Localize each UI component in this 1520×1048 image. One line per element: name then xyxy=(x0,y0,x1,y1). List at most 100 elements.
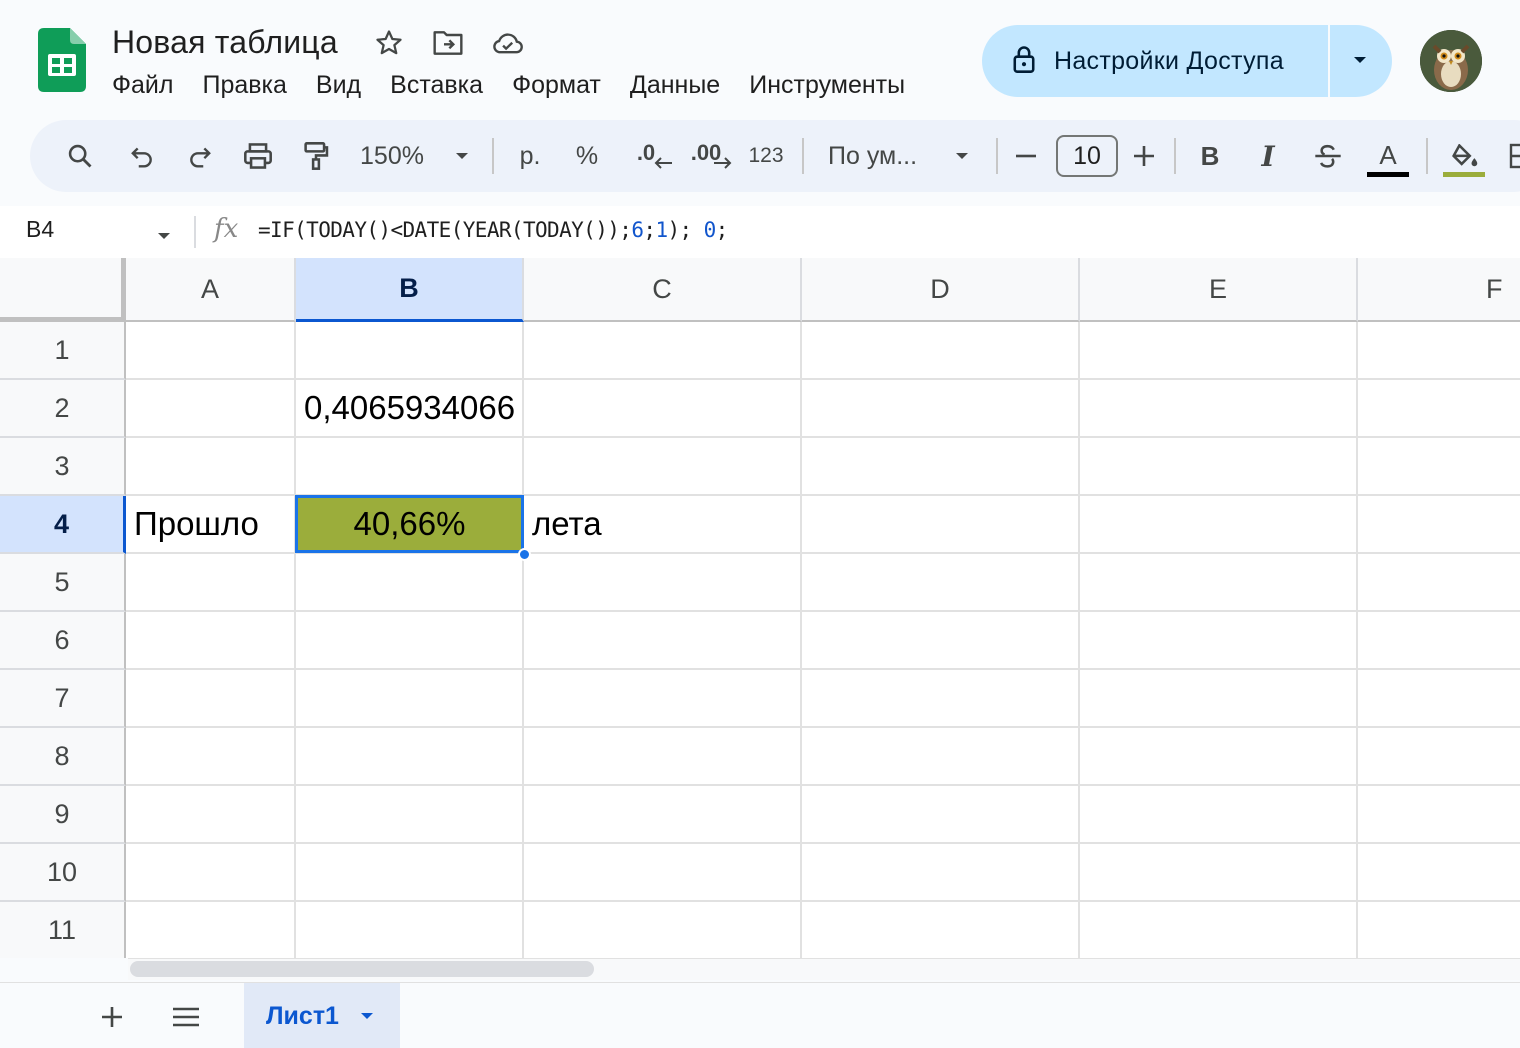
formula-text-prefix: =IF(TODAY()<DATE(YEAR(TODAY()); xyxy=(258,218,632,242)
paint-bucket-icon xyxy=(1452,143,1478,166)
strikethrough-icon[interactable] xyxy=(1308,120,1348,192)
menu-format[interactable]: Формат xyxy=(512,68,601,102)
name-box-dropdown-icon[interactable] xyxy=(156,228,172,246)
menu-tools[interactable]: Инструменты xyxy=(749,68,905,102)
menu-file[interactable]: Файл xyxy=(112,68,173,102)
gridline xyxy=(522,322,524,958)
cloud-saved-icon[interactable] xyxy=(490,26,524,60)
formula-separator: ; xyxy=(643,218,656,242)
fill-handle[interactable] xyxy=(518,548,531,561)
redo-icon[interactable] xyxy=(180,120,220,192)
fx-icon: fx xyxy=(214,214,239,244)
print-icon[interactable] xyxy=(238,120,278,192)
row-header-11[interactable]: 11 xyxy=(0,902,126,958)
scrollbar-thumb[interactable] xyxy=(130,961,594,977)
toolbar-divider xyxy=(492,138,494,174)
share-button[interactable]: Настройки Доступа xyxy=(982,25,1330,97)
formula-input[interactable]: =IF(TODAY()<DATE(YEAR(TODAY());6;1); 0; xyxy=(258,218,728,242)
column-header-f[interactable]: F xyxy=(1358,258,1520,322)
more-formats-button[interactable]: 123 xyxy=(744,120,788,192)
currency-format-button[interactable]: р. xyxy=(510,120,550,192)
column-header-c[interactable]: C xyxy=(524,258,802,322)
zoom-dropdown-icon[interactable] xyxy=(448,120,476,192)
row-header-4[interactable]: 4 xyxy=(0,496,126,554)
cell-b2[interactable]: 0,4065934066 xyxy=(304,380,522,436)
toolbar-divider xyxy=(1174,138,1176,174)
column-header-d[interactable]: D xyxy=(802,258,1080,322)
row-header-2[interactable]: 2 xyxy=(0,380,126,438)
cell-b4-selected[interactable]: 40,66% xyxy=(295,495,524,553)
app-header: Новая таблица Файл Правка Вид Вставка Фо… xyxy=(0,0,1520,118)
fill-color-button[interactable] xyxy=(1440,120,1488,192)
all-sheets-icon[interactable] xyxy=(166,997,206,1037)
sheet-tab-dropdown-icon[interactable] xyxy=(359,1011,375,1021)
sheet-tab-active[interactable]: Лист1 xyxy=(244,983,400,1048)
row-header-6[interactable]: 6 xyxy=(0,612,126,670)
paint-format-icon[interactable] xyxy=(296,120,336,192)
undo-icon[interactable] xyxy=(122,120,162,192)
column-header-e[interactable]: E xyxy=(1080,258,1358,322)
formula-divider xyxy=(194,216,196,248)
row-header-9[interactable]: 9 xyxy=(0,786,126,844)
column-header-b[interactable]: B xyxy=(296,258,524,322)
gridline xyxy=(126,784,1520,786)
add-sheet-icon[interactable] xyxy=(92,997,132,1037)
percent-format-button[interactable]: % xyxy=(570,120,604,192)
search-menus-icon[interactable] xyxy=(60,120,100,192)
cell-a4[interactable]: Прошло xyxy=(134,496,292,552)
text-color-button[interactable]: A xyxy=(1366,120,1410,192)
column-header-a[interactable]: A xyxy=(126,258,296,322)
arrow-left-icon xyxy=(634,130,674,170)
cell-c4[interactable]: лета xyxy=(532,496,792,552)
share-button-group: Настройки Доступа xyxy=(982,25,1392,97)
gridline xyxy=(126,900,1520,902)
menu-data[interactable]: Данные xyxy=(630,68,720,102)
row-header-7[interactable]: 7 xyxy=(0,670,126,728)
gridline xyxy=(126,668,1520,670)
italic-button[interactable]: I xyxy=(1250,120,1286,192)
horizontal-scrollbar[interactable] xyxy=(128,958,1520,980)
gridline xyxy=(126,436,1520,438)
font-select[interactable]: По ум... xyxy=(828,120,928,192)
star-icon[interactable] xyxy=(372,26,406,60)
increase-font-size-icon[interactable] xyxy=(1130,120,1158,192)
row-header-1[interactable]: 1 xyxy=(0,322,126,380)
gridline xyxy=(126,726,1520,728)
sheets-logo-icon[interactable] xyxy=(38,28,86,92)
formula-number: 0 xyxy=(703,218,717,242)
menu-view[interactable]: Вид xyxy=(316,68,361,102)
font-size-input[interactable]: 10 xyxy=(1056,135,1118,177)
row-header-10[interactable]: 10 xyxy=(0,844,126,902)
decrease-font-size-icon[interactable] xyxy=(1012,120,1040,192)
row-header-8[interactable]: 8 xyxy=(0,728,126,786)
share-button-label: Настройки Доступа xyxy=(1054,46,1284,75)
name-box[interactable]: B4 xyxy=(26,216,54,243)
share-dropdown-button[interactable] xyxy=(1330,25,1390,97)
gridline xyxy=(800,322,802,958)
formula-number: 6 xyxy=(631,218,644,242)
text-color-swatch xyxy=(1367,171,1409,177)
select-all-corner[interactable] xyxy=(0,258,126,322)
user-avatar[interactable] xyxy=(1420,30,1482,92)
arrow-right-icon xyxy=(694,130,734,170)
zoom-select[interactable]: 150% xyxy=(354,120,430,192)
menu-edit[interactable]: Правка xyxy=(202,68,286,102)
caret-down-icon xyxy=(1352,52,1368,70)
document-title[interactable]: Новая таблица xyxy=(112,24,338,61)
row-header-3[interactable]: 3 xyxy=(0,438,126,496)
toolbar-divider xyxy=(996,138,998,174)
gridline xyxy=(126,610,1520,612)
lock-icon xyxy=(1012,44,1036,79)
row-header-5[interactable]: 5 xyxy=(0,554,126,612)
bold-button[interactable]: B xyxy=(1192,120,1228,192)
menu-insert[interactable]: Вставка xyxy=(390,68,483,102)
gridline xyxy=(1078,322,1080,958)
sheet-tab-label: Лист1 xyxy=(266,1001,339,1030)
move-folder-icon[interactable] xyxy=(431,26,465,60)
spreadsheet-grid[interactable]: A B C D E F 1 2 3 4 5 6 7 8 9 10 11 0,40… xyxy=(0,258,1520,958)
toolbar-divider xyxy=(802,138,804,174)
borders-icon[interactable] xyxy=(1508,120,1520,192)
gridline xyxy=(1356,322,1358,958)
menu-bar: Файл Правка Вид Вставка Формат Данные Ин… xyxy=(112,68,934,102)
font-dropdown-icon[interactable] xyxy=(948,120,976,192)
